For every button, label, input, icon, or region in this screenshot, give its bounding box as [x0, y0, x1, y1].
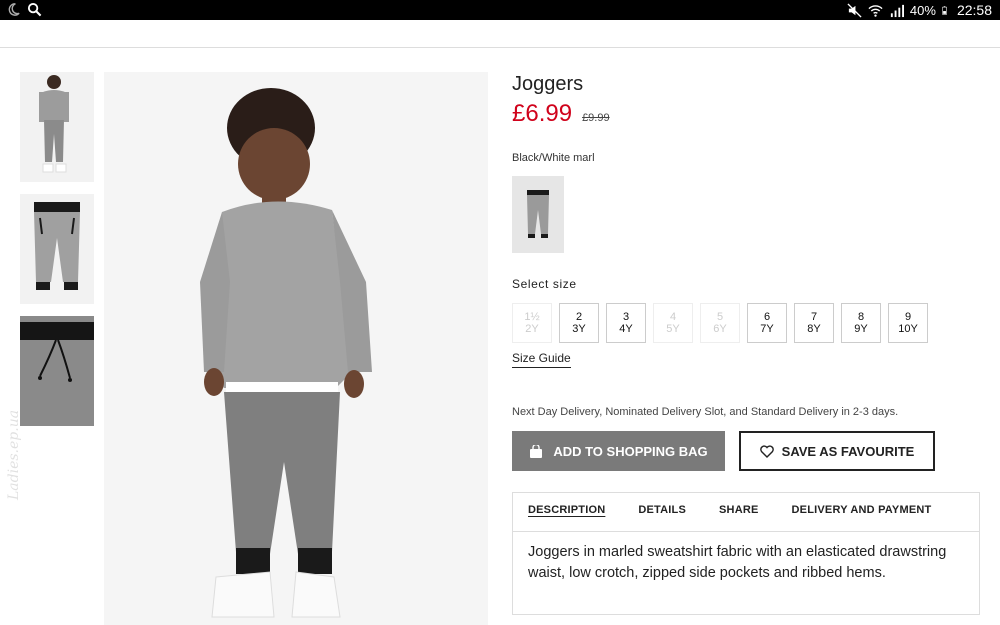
product-info: Joggers £6.99 £9.99 Black/White marl Sel…: [512, 72, 980, 615]
sale-price: £6.99: [512, 100, 573, 127]
battery-icon: [942, 5, 947, 15]
thumbnail-model[interactable]: [20, 72, 94, 182]
tab-bar: DESCRIPTION DETAILS SHARE DELIVERY AND P…: [513, 493, 979, 532]
save-favourite-button[interactable]: SAVE AS FAVOURITE: [739, 431, 935, 471]
clock: 22:58: [956, 2, 992, 18]
add-to-bag-button[interactable]: ADD TO SHOPPING BAG: [512, 431, 725, 471]
tab-delivery-payment[interactable]: DELIVERY AND PAYMENT: [792, 504, 932, 531]
wifi-icon: [868, 4, 883, 17]
size-option-4y[interactable]: 3 4Y: [606, 303, 646, 343]
size-years: 7Y: [760, 323, 774, 335]
size-years: 2Y: [525, 323, 539, 335]
size-years: 6Y: [713, 323, 727, 335]
size-options: 1½ 2Y 2 3Y 3 4Y 4 5Y 5 6Y 6 7Y 7 8Y 8 9Y 9 10Y: [512, 303, 980, 343]
swatch-joggers-image: [527, 190, 549, 238]
battery-percent: 40%: [909, 2, 936, 18]
save-favourite-label: SAVE AS FAVOURITE: [781, 443, 915, 459]
moon-icon: [8, 3, 20, 16]
flat-thumbnail-image: [34, 202, 80, 290]
detail-thumbnail-image: [20, 316, 94, 426]
delivery-note: Next Day Delivery, Nominated Delivery Sl…: [512, 406, 899, 418]
size-age: 6: [763, 311, 771, 323]
size-option-10y[interactable]: 9 10Y: [888, 303, 928, 343]
size-age: 2: [575, 311, 583, 323]
size-age: 9: [904, 311, 912, 323]
size-option-3y[interactable]: 2 3Y: [559, 303, 599, 343]
model-thumbnail-image: [39, 75, 69, 173]
product-title: Joggers: [512, 73, 584, 95]
tab-share[interactable]: SHARE: [719, 504, 759, 531]
size-option-8y[interactable]: 7 8Y: [794, 303, 834, 343]
size-years: 5Y: [666, 323, 680, 335]
main-product-image[interactable]: [104, 72, 488, 625]
thumbnail-list: [20, 72, 94, 438]
action-buttons: ADD TO SHOPPING BAG SAVE AS FAVOURITE: [512, 431, 980, 471]
size-age: 5: [716, 311, 724, 323]
status-bar: 40% 22:58: [0, 0, 1000, 20]
color-swatch[interactable]: [512, 176, 564, 253]
add-to-bag-label: ADD TO SHOPPING BAG: [553, 443, 708, 459]
price-row: £6.99 £9.99: [512, 100, 980, 128]
size-option-6y[interactable]: 5 6Y: [700, 303, 740, 343]
size-option-2y[interactable]: 1½ 2Y: [512, 303, 552, 343]
size-age: 3: [622, 311, 630, 323]
thumbnail-flat[interactable]: [20, 194, 94, 304]
tab-description[interactable]: DESCRIPTION: [528, 504, 605, 531]
tab-details[interactable]: DETAILS: [638, 504, 686, 531]
select-size-label: Select size: [512, 277, 577, 291]
size-guide-link[interactable]: Size Guide: [512, 351, 571, 368]
child-model-illustration: [104, 72, 488, 625]
search-icon[interactable]: [27, 2, 42, 17]
thumbnail-detail[interactable]: [20, 316, 94, 426]
size-years: 8Y: [807, 323, 821, 335]
mute-icon: [847, 2, 862, 18]
size-age: 1½: [524, 311, 540, 323]
size-age: 7: [810, 311, 818, 323]
header-divider: [0, 47, 1000, 48]
shopping-bag-icon: [530, 444, 543, 458]
size-option-7y[interactable]: 6 7Y: [747, 303, 787, 343]
watermark: Ladies.ep.ua: [6, 409, 22, 500]
product-description: Joggers in marled sweatshirt fabric with…: [528, 544, 947, 581]
signal-icon: [890, 4, 904, 17]
heart-icon: [759, 444, 774, 458]
size-age: 8: [857, 311, 865, 323]
size-years: 9Y: [854, 323, 868, 335]
size-option-9y[interactable]: 8 9Y: [841, 303, 881, 343]
size-age: 4: [669, 311, 677, 323]
product-tabs-panel: DESCRIPTION DETAILS SHARE DELIVERY AND P…: [512, 492, 980, 615]
size-years: 3Y: [572, 323, 586, 335]
size-years: 4Y: [619, 323, 633, 335]
size-option-5y[interactable]: 4 5Y: [653, 303, 693, 343]
size-years: 10Y: [898, 323, 918, 335]
color-name: Black/White marl: [512, 152, 595, 164]
original-price: £9.99: [582, 112, 610, 124]
